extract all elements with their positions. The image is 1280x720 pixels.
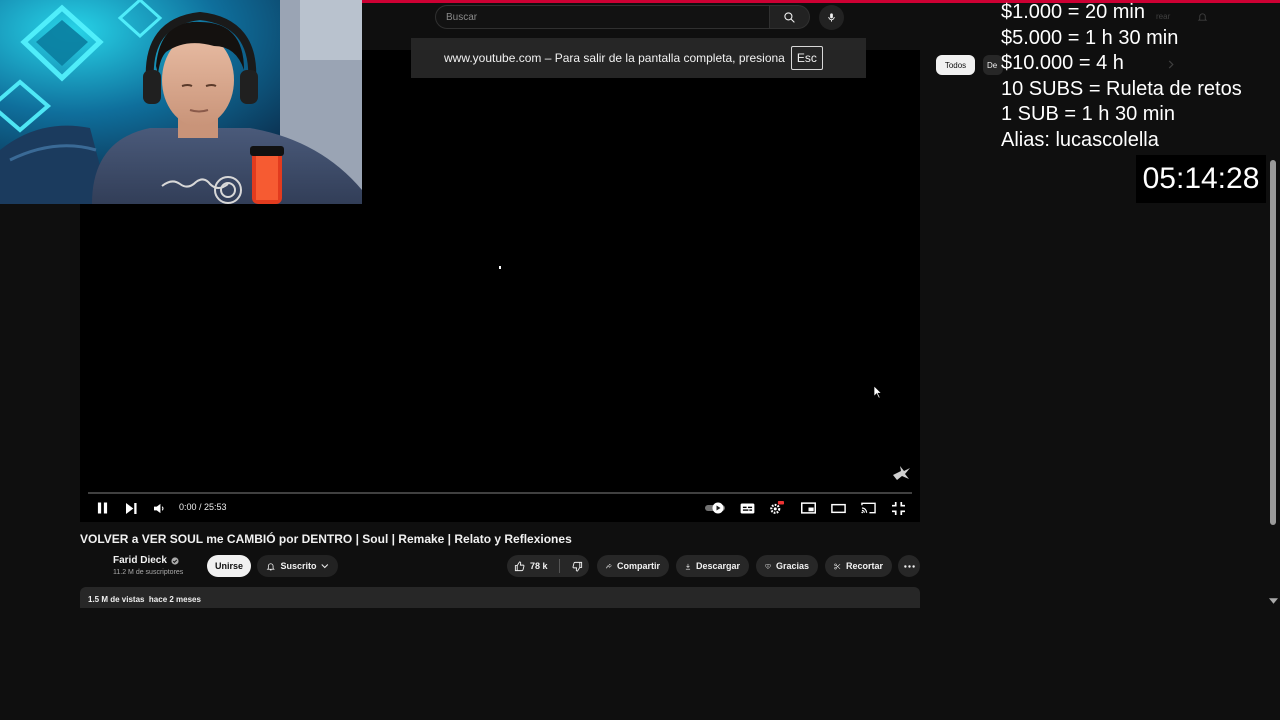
download-button[interactable]: Descargar bbox=[676, 555, 749, 577]
donation-line: Alias: lucascolella bbox=[1001, 128, 1159, 151]
donation-line: $10.000 = 4 h bbox=[1001, 52, 1124, 74]
thanks-button-label: Gracias bbox=[775, 561, 809, 571]
like-button[interactable]: 78 k bbox=[514, 560, 548, 572]
description-box[interactable]: 1.5 M de vistas hace 2 meses bbox=[80, 587, 920, 608]
like-dislike-group: 78 k bbox=[507, 555, 589, 577]
theater-mode-icon bbox=[830, 503, 846, 513]
time-display: 0:00 / 25:53 bbox=[179, 502, 227, 512]
stream-timer: 05:14:28 bbox=[1136, 155, 1266, 203]
search-input[interactable] bbox=[436, 6, 769, 28]
view-stats: 1.5 M de vistas hace 2 meses bbox=[88, 595, 201, 604]
theater-mode-button[interactable] bbox=[828, 498, 848, 518]
video-title: VOLVER a VER SOUL me CAMBIÓ por DENTRO |… bbox=[80, 532, 572, 546]
share-icon bbox=[606, 563, 612, 569]
download-button-label: Descargar bbox=[695, 561, 740, 571]
miniplayer-icon bbox=[800, 502, 816, 514]
fullscreen-exit-banner: www.youtube.com – Para salir de la panta… bbox=[411, 38, 866, 78]
channel-name: Farid Dieck bbox=[113, 555, 167, 566]
pause-icon bbox=[97, 502, 107, 514]
subscribed-button[interactable]: Suscrito bbox=[257, 555, 338, 577]
miniplayer-button[interactable] bbox=[798, 498, 818, 518]
skip-next-icon bbox=[125, 502, 137, 514]
chip-todos[interactable]: Todos bbox=[936, 55, 975, 75]
dislike-button[interactable] bbox=[572, 561, 583, 572]
share-button[interactable]: Compartir bbox=[597, 555, 669, 577]
share-button-label: Compartir bbox=[616, 561, 660, 571]
fullscreen-exit-icon bbox=[891, 501, 905, 515]
autoplay-toggle[interactable] bbox=[704, 498, 728, 518]
microphone-icon bbox=[828, 13, 835, 22]
download-icon bbox=[685, 563, 691, 569]
mouse-cursor-icon bbox=[873, 385, 882, 399]
subtitles-icon bbox=[740, 502, 754, 514]
progress-bar[interactable] bbox=[88, 492, 912, 494]
chip-de[interactable]: De bbox=[983, 55, 1003, 75]
pause-button[interactable] bbox=[92, 498, 112, 518]
donation-goals-overlay: $1.000 = 20 min $5.000 = 1 h 30 min $10.… bbox=[1001, 0, 1280, 153]
clip-button-label: Recortar bbox=[845, 561, 883, 571]
scissors-icon bbox=[834, 563, 841, 569]
super-thanks-icon bbox=[765, 563, 771, 569]
screen: rear 0:00 / 25:53 bbox=[0, 0, 1280, 720]
donation-line: 10 SUBS = Ruleta de retos bbox=[1001, 77, 1242, 100]
channel-name-link[interactable]: Farid Dieck bbox=[113, 555, 179, 566]
scroll-down-arrow-icon[interactable] bbox=[1269, 598, 1278, 604]
channel-watermark-icon[interactable] bbox=[891, 463, 911, 481]
volume-icon bbox=[153, 503, 163, 513]
webcam-video-image bbox=[0, 0, 362, 204]
volume-button[interactable] bbox=[150, 498, 168, 518]
chevron-down-icon bbox=[321, 564, 329, 569]
donation-line: $5.000 = 1 h 30 min bbox=[1001, 26, 1179, 49]
webcam-overlay bbox=[0, 0, 362, 204]
subscriber-count: 11.2 M de suscriptores bbox=[113, 569, 184, 576]
donation-line: 1 SUB = 1 h 30 min bbox=[1001, 103, 1175, 125]
like-dislike-divider bbox=[559, 559, 561, 573]
join-button[interactable]: Unirse bbox=[207, 555, 251, 577]
thumbs-down-icon bbox=[572, 561, 583, 572]
page-scrollbar[interactable] bbox=[1268, 150, 1280, 610]
more-actions-button[interactable] bbox=[898, 555, 920, 577]
search-bar[interactable] bbox=[435, 5, 770, 29]
subscribed-button-label: Suscrito bbox=[280, 561, 317, 571]
search-icon bbox=[784, 11, 795, 23]
scrollbar-thumb[interactable] bbox=[1270, 160, 1276, 525]
search-button[interactable] bbox=[770, 5, 810, 29]
clip-button[interactable]: Recortar bbox=[825, 555, 892, 577]
join-button-label: Unirse bbox=[215, 561, 244, 571]
settings-button[interactable] bbox=[767, 498, 787, 518]
autoplay-toggle-icon bbox=[705, 502, 725, 514]
fullscreen-banner-text: www.youtube.com – Para salir de la panta… bbox=[444, 51, 785, 65]
donation-line: $1.000 = 20 min bbox=[1001, 1, 1145, 23]
next-button[interactable] bbox=[121, 498, 141, 518]
voice-search-button[interactable] bbox=[819, 5, 844, 30]
gear-icon bbox=[770, 501, 784, 514]
fullscreen-exit-button[interactable] bbox=[888, 498, 908, 518]
cast-icon bbox=[860, 502, 876, 514]
bell-icon bbox=[266, 562, 275, 570]
loading-indicator bbox=[499, 266, 501, 269]
like-count: 78 k bbox=[530, 561, 548, 571]
subtitles-button[interactable] bbox=[737, 498, 757, 518]
cast-button[interactable] bbox=[858, 498, 878, 518]
verified-icon bbox=[171, 556, 179, 565]
esc-key-badge: Esc bbox=[790, 46, 823, 70]
thumbs-up-icon bbox=[514, 560, 525, 571]
more-horizontal-icon bbox=[903, 564, 915, 568]
thanks-button[interactable]: Gracias bbox=[756, 555, 818, 577]
